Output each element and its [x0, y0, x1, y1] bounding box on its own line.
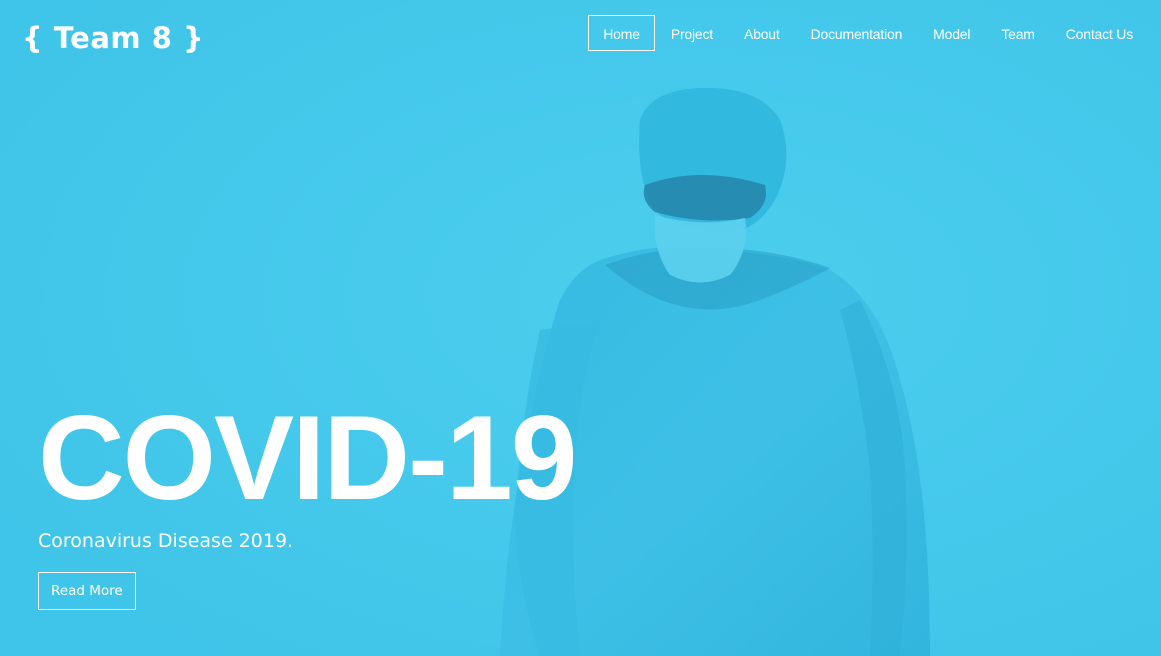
nav-item-team[interactable]: Team — [986, 15, 1049, 51]
nav-item-home[interactable]: Home — [588, 15, 655, 51]
hero-subtitle: Coronavirus Disease 2019. — [38, 530, 294, 552]
nav-item-about[interactable]: About — [729, 15, 795, 51]
hero-background-image — [0, 0, 1161, 656]
main-nav: Home Project About Documentation Model T… — [588, 15, 1148, 51]
hero-title: COVID-19 — [38, 391, 577, 525]
nav-item-documentation[interactable]: Documentation — [796, 15, 918, 51]
read-more-button[interactable]: Read More — [38, 572, 136, 610]
brand-logo[interactable]: { Team 8 } — [22, 18, 204, 58]
nav-item-project[interactable]: Project — [656, 15, 728, 51]
hero-section: { Team 8 } Home Project About Documentat… — [0, 0, 1161, 656]
nav-item-model[interactable]: Model — [918, 15, 985, 51]
nav-item-contact-us[interactable]: Contact Us — [1051, 15, 1148, 51]
